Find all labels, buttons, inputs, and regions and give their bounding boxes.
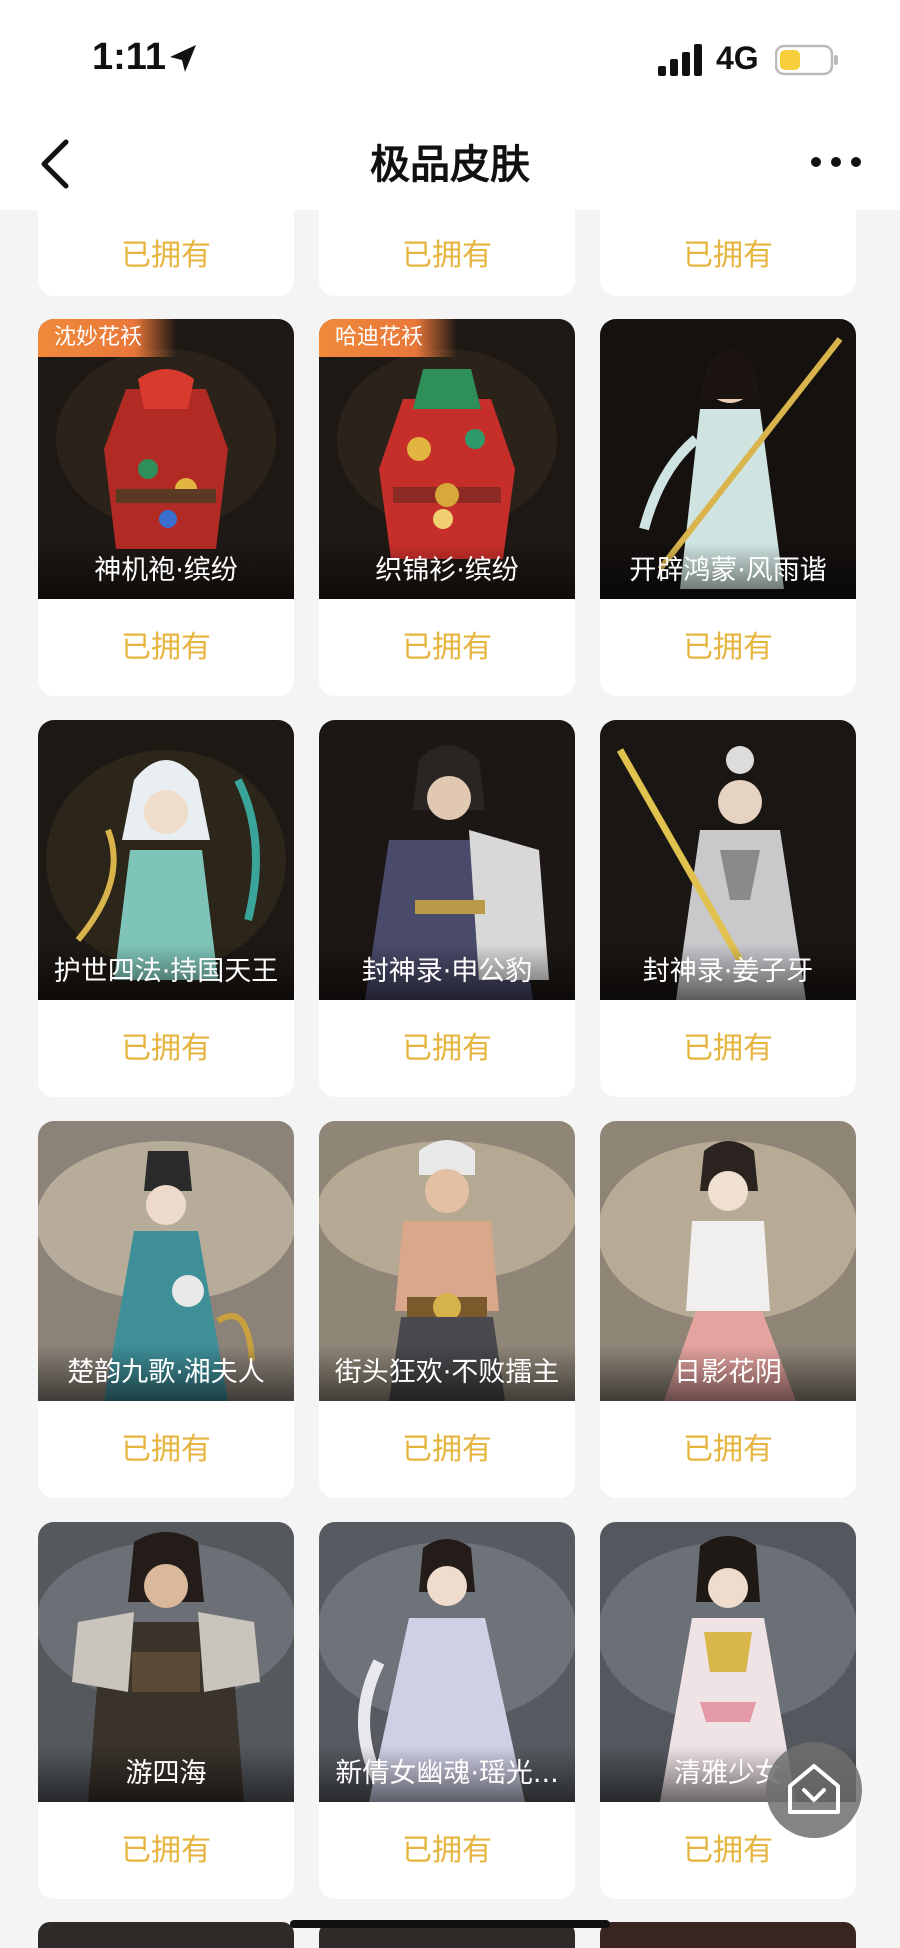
skin-card-partial[interactable]: 已拥有 xyxy=(38,200,294,296)
skin-name: 织锦衫·缤纷 xyxy=(319,543,575,599)
page-title: 极品皮肤 xyxy=(370,142,530,188)
skin-name: 神机袍·缤纷 xyxy=(38,543,294,599)
skin-image: 封神录·姜子牙 xyxy=(600,720,856,1000)
floating-home-button[interactable] xyxy=(766,1742,862,1838)
skin-card[interactable]: 护世四法·持国天王 已拥有 xyxy=(38,720,294,1097)
owned-label: 已拥有 xyxy=(121,1833,211,1868)
owned-label: 已拥有 xyxy=(402,238,492,273)
skin-image: 日影花阴 xyxy=(600,1121,856,1401)
owned-label: 已拥有 xyxy=(121,1031,211,1066)
owned-label: 已拥有 xyxy=(683,1031,773,1066)
skin-card-partial[interactable]: 已拥有 xyxy=(319,200,575,296)
skin-card[interactable]: 开辟鸿蒙·风雨谐 已拥有 xyxy=(600,319,856,696)
skin-name: 街头狂欢·不败擂主 xyxy=(319,1345,575,1401)
owned-label: 已拥有 xyxy=(402,630,492,665)
owned-label: 已拥有 xyxy=(683,630,773,665)
skin-image: 哈迪花袄 织锦衫·缤纷 xyxy=(319,319,575,599)
skin-image: 开辟鸿蒙·风雨谐 xyxy=(600,319,856,599)
skin-name: 新倩女幽魂·瑶光... xyxy=(319,1746,575,1802)
owned-label: 已拥有 xyxy=(121,1432,211,1467)
owned-label: 已拥有 xyxy=(402,1833,492,1868)
skin-image: 封神录·申公豹 xyxy=(319,720,575,1000)
home-chevron-icon xyxy=(788,1764,840,1814)
owned-label: 已拥有 xyxy=(402,1031,492,1066)
skin-image: 新倩女幽魂·瑶光... xyxy=(319,1522,575,1802)
skin-card[interactable]: 楚韵九歌·湘夫人 已拥有 xyxy=(38,1121,294,1498)
owned-label: 已拥有 xyxy=(121,238,211,273)
nav-bar: 极品皮肤 xyxy=(0,118,900,210)
skin-card[interactable]: 游四海 已拥有 xyxy=(38,1522,294,1899)
cellular-signal-icon xyxy=(658,44,702,76)
skin-card[interactable]: 封神录·申公豹 已拥有 xyxy=(319,720,575,1097)
skin-name: 楚韵九歌·湘夫人 xyxy=(38,1345,294,1401)
skin-card[interactable]: 新倩女幽魂·瑶光... 已拥有 xyxy=(319,1522,575,1899)
skin-card-partial[interactable] xyxy=(600,1922,856,1948)
skin-name: 开辟鸿蒙·风雨谐 xyxy=(600,543,856,599)
status-bar: 1:11 4G xyxy=(0,0,900,118)
skin-card[interactable]: 日影花阴 已拥有 xyxy=(600,1121,856,1498)
status-time: 1:11 xyxy=(92,36,166,78)
card-badge: 哈迪花袄 xyxy=(319,319,458,357)
skin-card[interactable]: 沈妙花袄 神机袍·缤纷 已拥有 xyxy=(38,319,294,696)
owned-label: 已拥有 xyxy=(121,630,211,665)
skin-image: 沈妙花袄 神机袍·缤纷 xyxy=(38,319,294,599)
owned-label: 已拥有 xyxy=(402,1432,492,1467)
skin-name: 日影花阴 xyxy=(600,1345,856,1401)
home-indicator xyxy=(290,1920,610,1928)
skin-card[interactable]: 街头狂欢·不败擂主 已拥有 xyxy=(319,1121,575,1498)
battery-icon xyxy=(775,44,838,76)
skin-card[interactable]: 封神录·姜子牙 已拥有 xyxy=(600,720,856,1097)
skin-image: 街头狂欢·不败擂主 xyxy=(319,1121,575,1401)
skin-name: 封神录·申公豹 xyxy=(319,944,575,1000)
skin-card[interactable]: 清雅少女 已拥有 xyxy=(600,1522,856,1899)
skin-image: 楚韵九歌·湘夫人 xyxy=(38,1121,294,1401)
more-options-icon[interactable] xyxy=(808,150,864,174)
skin-image: 护世四法·持国天王 xyxy=(38,720,294,1000)
location-arrow-icon xyxy=(170,45,196,72)
network-type: 4G xyxy=(716,40,759,76)
skin-name: 护世四法·持国天王 xyxy=(38,944,294,1000)
skin-image: 游四海 xyxy=(38,1522,294,1802)
owned-label: 已拥有 xyxy=(683,238,773,273)
skin-name: 游四海 xyxy=(38,1746,294,1802)
skin-card-partial[interactable]: 已拥有 xyxy=(600,200,856,296)
skin-name: 封神录·姜子牙 xyxy=(600,944,856,1000)
owned-label: 已拥有 xyxy=(683,1432,773,1467)
skin-card-partial[interactable] xyxy=(38,1922,294,1948)
card-badge: 沈妙花袄 xyxy=(38,319,177,357)
skin-card[interactable]: 哈迪花袄 织锦衫·缤纷 已拥有 xyxy=(319,319,575,696)
